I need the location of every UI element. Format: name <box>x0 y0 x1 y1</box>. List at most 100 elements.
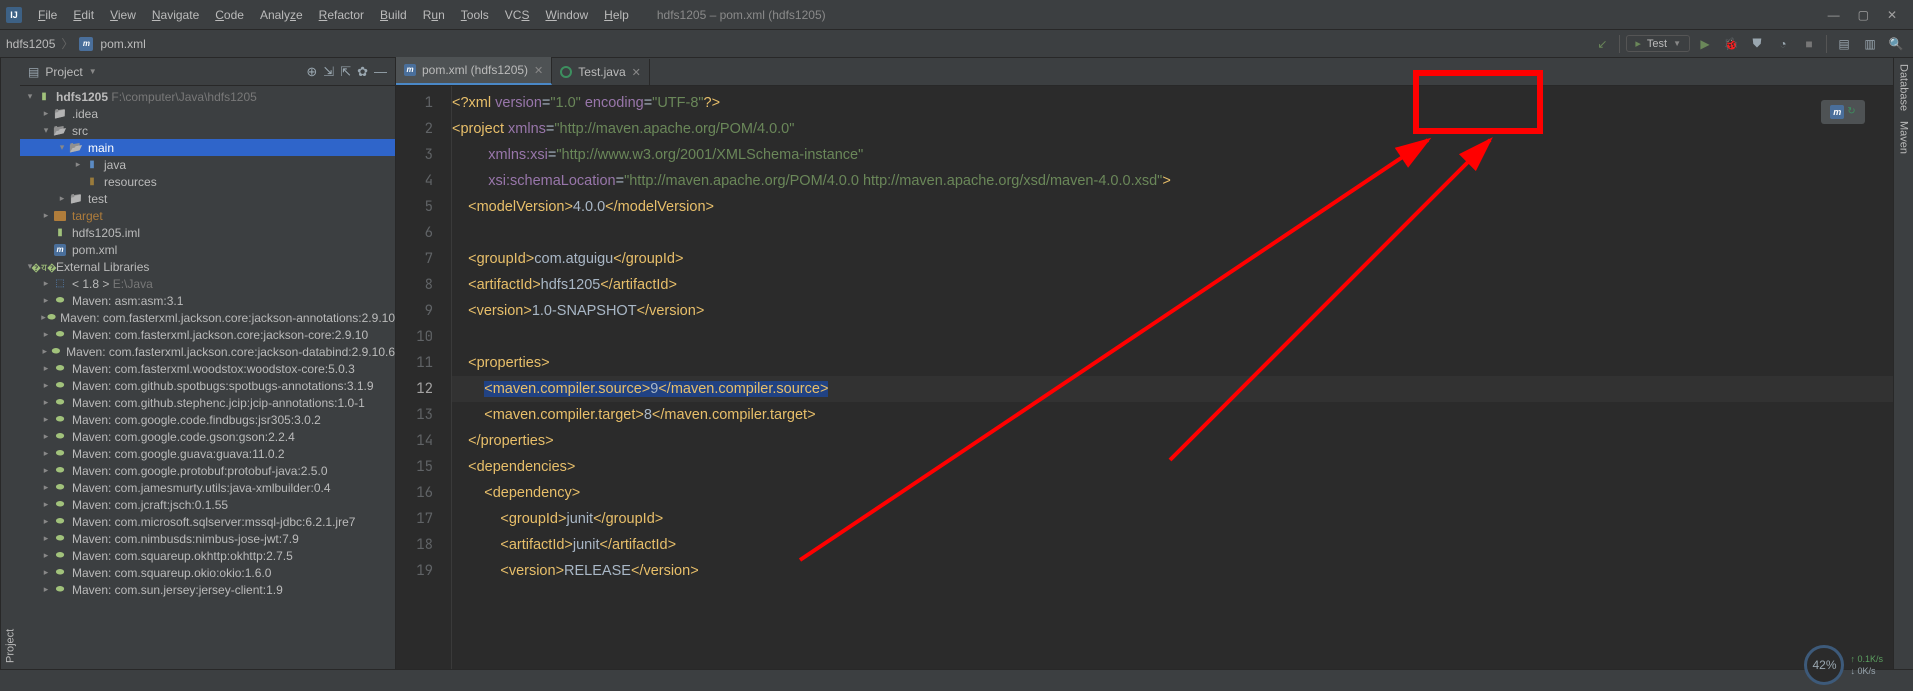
menu-edit[interactable]: Edit <box>65 0 102 30</box>
tree-lib-item[interactable]: ▸⬬Maven: asm:asm:3.1 <box>20 292 395 309</box>
search-everywhere-icon[interactable]: 🔍 <box>1885 33 1907 55</box>
refresh-icon: ↻ <box>1847 99 1855 125</box>
tab-label: pom.xml (hdfs1205) <box>422 63 528 77</box>
layout-icon[interactable]: ▥ <box>1859 33 1881 55</box>
menu-refactor[interactable]: Refactor <box>311 0 372 30</box>
network-percent: 42% <box>1804 645 1844 685</box>
tree-test[interactable]: ▸test <box>20 190 395 207</box>
tree-java[interactable]: ▸▮java <box>20 156 395 173</box>
menu-tools[interactable]: Tools <box>453 0 497 30</box>
debug-button[interactable]: 🐞 <box>1720 33 1742 55</box>
tab-test-java[interactable]: Test.java ✕ <box>552 59 650 85</box>
tree-lib-item[interactable]: ▸⬬Maven: com.fasterxml.woodstox:woodstox… <box>20 360 395 377</box>
menu-help[interactable]: Help <box>596 0 637 30</box>
java-file-icon <box>560 66 572 78</box>
menu-view[interactable]: View <box>102 0 144 30</box>
settings-icon[interactable]: ✿ <box>357 64 368 80</box>
tree-target[interactable]: ▸target <box>20 207 395 224</box>
tree-resources[interactable]: ▮resources <box>20 173 395 190</box>
run-configuration-select[interactable]: ▸ Test ▼ <box>1626 35 1690 52</box>
tree-lib-item[interactable]: ▸⬬Maven: com.fasterxml.jackson.core:jack… <box>20 343 395 360</box>
hide-icon[interactable]: — <box>374 64 387 80</box>
window-minimize-icon[interactable]: — <box>1828 8 1840 22</box>
menu-window[interactable]: Window <box>537 0 596 30</box>
run-config-label: Test <box>1647 38 1667 50</box>
gutter: 12345678910111213141516171819 <box>396 86 452 669</box>
pom-file-icon: m <box>404 64 416 76</box>
menu-build[interactable]: Build <box>372 0 415 30</box>
back-icon[interactable]: ↙ <box>1591 33 1613 55</box>
tree-lib-item[interactable]: ▸⬬Maven: com.jamesmurty.utils:java-xmlbu… <box>20 479 395 496</box>
project-header-title: Project <box>45 65 82 79</box>
tab-pom[interactable]: m pom.xml (hdfs1205) ✕ <box>396 57 552 85</box>
tree-lib-item[interactable]: ▸⬬Maven: com.google.protobuf:protobuf-ja… <box>20 462 395 479</box>
tree-lib-item[interactable]: ▸⬬Maven: com.github.stephenc.jcip:jcip-a… <box>20 394 395 411</box>
tool-project[interactable]: Project <box>5 629 17 663</box>
tab-label: Test.java <box>578 65 625 79</box>
tree-lib-item[interactable]: ▸⬬Maven: com.microsoft.sqlserver:mssql-j… <box>20 513 395 530</box>
tree-src[interactable]: ▾src <box>20 122 395 139</box>
tree-lib-item[interactable]: ▸⬬Maven: com.google.code.gson:gson:2.2.4 <box>20 428 395 445</box>
tree-lib-item[interactable]: ▸⬬Maven: com.google.guava:guava:11.0.2 <box>20 445 395 462</box>
tree-main[interactable]: ▾main <box>20 139 395 156</box>
pom-file-icon: m <box>79 37 93 51</box>
tree-lib-item[interactable]: ▸⬬Maven: com.fasterxml.jackson.core:jack… <box>20 309 395 326</box>
tree-lib-item[interactable]: ▸⬬Maven: com.jcraft:jsch:0.1.55 <box>20 496 395 513</box>
breadcrumb-file[interactable]: pom.xml <box>100 37 145 51</box>
status-bar <box>0 669 1913 691</box>
editor-body[interactable]: 12345678910111213141516171819 <?xml vers… <box>396 86 1893 669</box>
tree-pom[interactable]: mpom.xml <box>20 241 395 258</box>
network-download: ↓ 0K/s <box>1850 665 1883 677</box>
run-button[interactable]: ▶ <box>1694 33 1716 55</box>
breadcrumb-sep: 〉 <box>59 35 75 52</box>
tree-root[interactable]: ▾▮hdfs1205 F:\computer\Java\hdfs1205 <box>20 88 395 105</box>
menu-code[interactable]: Code <box>207 0 252 30</box>
tool-maven[interactable]: Maven <box>1898 121 1910 154</box>
tree-jdk[interactable]: ▸⬚< 1.8 > E:\Java <box>20 275 395 292</box>
menu-analyze[interactable]: Analyze <box>252 0 311 30</box>
collapse-all-icon[interactable]: ⇱ <box>340 64 351 80</box>
menu-run[interactable]: Run <box>415 0 453 30</box>
window-title: hdfs1205 – pom.xml (hdfs1205) <box>637 8 1828 22</box>
tree-lib-item[interactable]: ▸⬬Maven: com.fasterxml.jackson.core:jack… <box>20 326 395 343</box>
tree-lib-item[interactable]: ▸⬬Maven: com.google.code.findbugs:jsr305… <box>20 411 395 428</box>
tree-idea[interactable]: ▸.idea <box>20 105 395 122</box>
left-tool-stripe: Project <box>0 58 20 669</box>
tree-lib-item[interactable]: ▸⬬Maven: com.github.spotbugs:spotbugs-an… <box>20 377 395 394</box>
coverage-button[interactable]: ⛊ <box>1746 33 1768 55</box>
window-close-icon[interactable]: ✕ <box>1887 8 1897 22</box>
right-tool-stripe: Database Maven <box>1893 58 1913 669</box>
run-icon: ▸ <box>1635 37 1641 50</box>
tree-iml[interactable]: ▮hdfs1205.iml <box>20 224 395 241</box>
navigation-bar: hdfs1205 〉 m pom.xml ↙ ▸ Test ▼ ▶ 🐞 ⛊ ◔ … <box>0 30 1913 58</box>
menu-navigate[interactable]: Navigate <box>144 0 207 30</box>
tree-lib-item[interactable]: ▸⬬Maven: com.nimbusds:nimbus-jose-jwt:7.… <box>20 530 395 547</box>
close-icon[interactable]: ✕ <box>534 64 543 77</box>
chevron-down-icon[interactable]: ▼ <box>89 67 97 76</box>
select-opened-file-icon[interactable]: ⊕ <box>306 64 317 80</box>
tree-external-libs[interactable]: ▾�य�External Libraries <box>20 258 395 275</box>
chevron-down-icon: ▼ <box>1673 39 1681 48</box>
breadcrumb-project[interactable]: hdfs1205 <box>6 37 55 51</box>
network-upload: ↑ 0.1K/s <box>1850 653 1883 665</box>
title-bar: IJ File Edit View Navigate Code Analyze … <box>0 0 1913 30</box>
expand-all-icon[interactable]: ⇲ <box>323 64 334 80</box>
close-icon[interactable]: ✕ <box>632 66 641 79</box>
editor-area: m pom.xml (hdfs1205) ✕ Test.java ✕ 12345… <box>396 58 1893 669</box>
tree-lib-item[interactable]: ▸⬬Maven: com.squareup.okhttp:okhttp:2.7.… <box>20 547 395 564</box>
stop-button[interactable]: ■ <box>1798 33 1820 55</box>
profile-button[interactable]: ◔ <box>1772 33 1794 55</box>
menu-file[interactable]: File <box>30 0 65 30</box>
tree-lib-item[interactable]: ▸⬬Maven: com.sun.jersey:jersey-client:1.… <box>20 581 395 598</box>
menu-vcs[interactable]: VCS <box>497 0 538 30</box>
tree-lib-item[interactable]: ▸⬬Maven: com.squareup.okio:okio:1.6.0 <box>20 564 395 581</box>
structure-icon[interactable]: ▤ <box>1833 33 1855 55</box>
project-tree[interactable]: ▾▮hdfs1205 F:\computer\Java\hdfs1205 ▸.i… <box>20 86 395 669</box>
app-logo: IJ <box>6 7 22 23</box>
code-area[interactable]: <?xml version="1.0" encoding="UTF-8"?> <… <box>452 86 1893 669</box>
tool-database[interactable]: Database <box>1898 64 1910 111</box>
window-maximize-icon[interactable]: ▢ <box>1858 8 1869 22</box>
maven-reload-floating-button[interactable]: m ↻ <box>1821 100 1865 124</box>
project-tool-window: ▤ Project ▼ ⊕ ⇲ ⇱ ✿ — ▾▮hdfs1205 F:\comp… <box>20 58 396 669</box>
editor-tabs: m pom.xml (hdfs1205) ✕ Test.java ✕ <box>396 58 1893 86</box>
